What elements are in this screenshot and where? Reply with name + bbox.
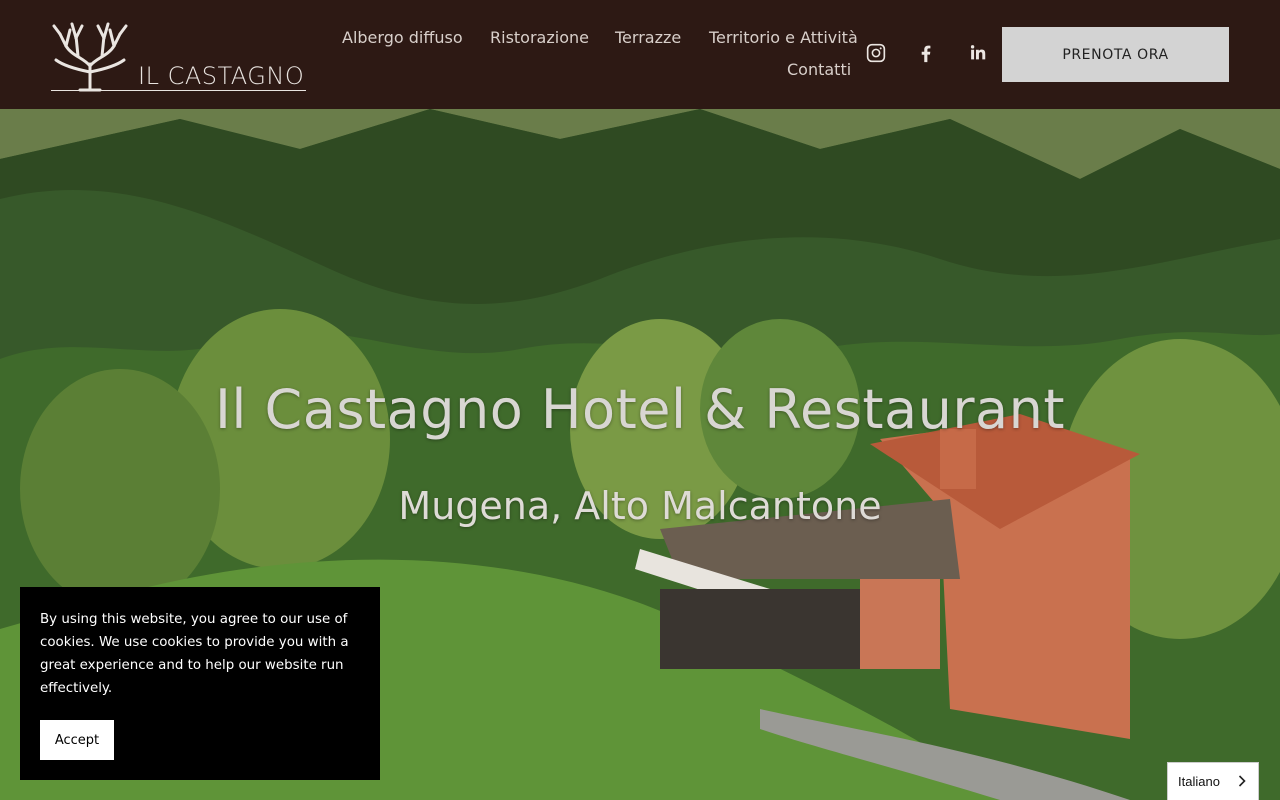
accept-cookies-button[interactable]: Accept [40,720,114,760]
nav-item-albergo-diffuso[interactable]: Albergo diffuso [342,28,463,47]
logo-underline [51,90,306,91]
cookie-banner: By using this website, you agree to our … [20,587,380,780]
brand-name: IL CASTAGNO [138,62,305,90]
language-selected: Italiano [1178,774,1220,789]
linkedin-icon[interactable] [967,42,989,64]
cookie-message: By using this website, you agree to our … [40,612,349,696]
nav-item-terrazze[interactable]: Terrazze [615,28,681,47]
nav-item-ristorazione[interactable]: Ristorazione [490,28,589,47]
hero-subtitle: Mugena, Alto Malcantone [398,484,882,528]
hero-title: Il Castagno Hotel & Restaurant [214,378,1066,441]
book-now-button[interactable]: PRENOTA ORA [1002,27,1229,82]
instagram-icon[interactable] [865,42,887,64]
nav-item-territorio[interactable]: Territorio e Attività [709,28,858,47]
site-header: IL CASTAGNO Albergo diffuso Ristorazione… [0,0,1280,109]
tree-logo-icon [52,22,128,92]
logo[interactable]: IL CASTAGNO [50,16,310,94]
facebook-icon[interactable] [915,42,937,64]
language-selector[interactable]: Italiano [1167,762,1259,800]
nav-item-contatti[interactable]: Contatti [787,60,851,79]
chevron-right-icon [1238,775,1246,787]
